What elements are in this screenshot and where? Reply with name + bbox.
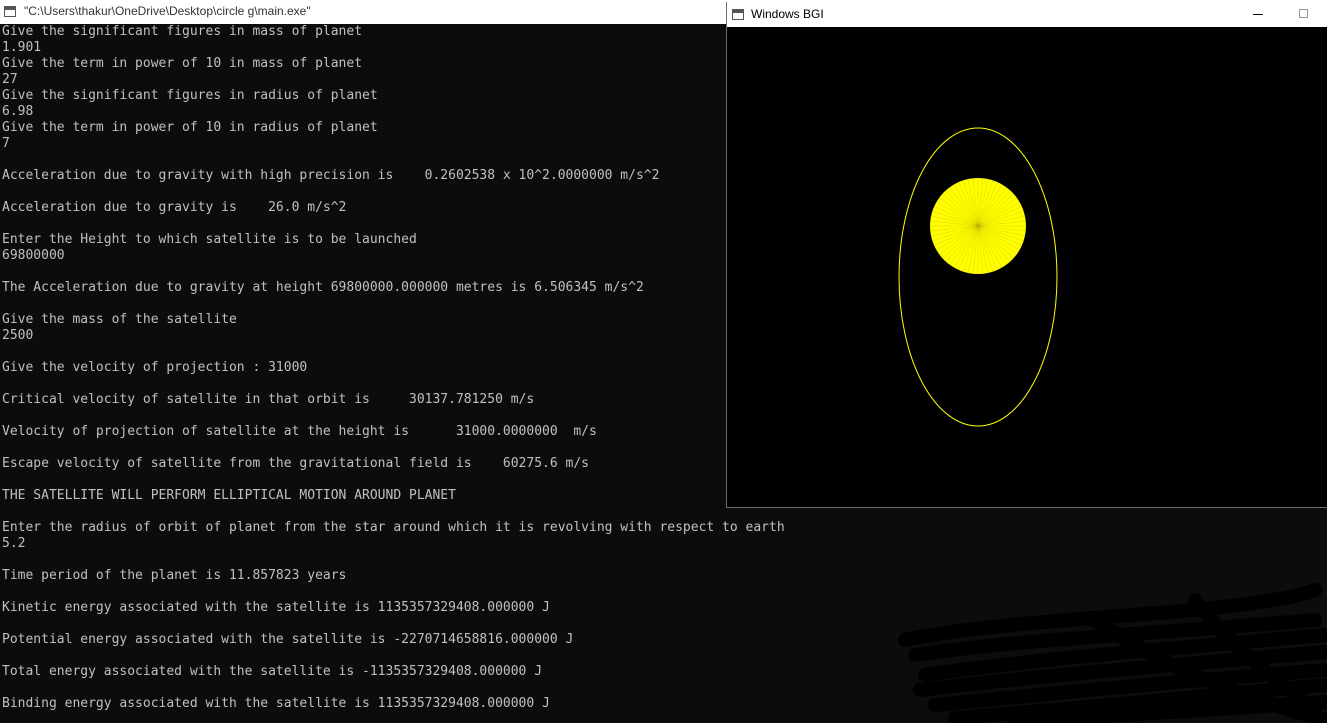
planet: [930, 178, 1026, 274]
console-line: Time period of the planet is 11.857823 y…: [2, 568, 347, 583]
console-line: Binding energy associated with the satel…: [2, 696, 550, 711]
window-icon: [732, 9, 744, 20]
console-line: Enter the radius of orbit of planet from…: [2, 520, 785, 535]
bgi-window[interactable]: Windows BGI: [726, 2, 1327, 508]
bgi-canvas: [898, 127, 1058, 427]
maximize-icon[interactable]: [1281, 2, 1327, 27]
console-line: Total energy associated with the satelli…: [2, 664, 543, 679]
bgi-titlebar[interactable]: Windows BGI: [727, 2, 1327, 27]
console-line: Potential energy associated with the sat…: [2, 632, 574, 647]
minimize-icon[interactable]: [1235, 2, 1281, 27]
orbit-ellipse: [898, 127, 1058, 427]
console-line: 5.2: [2, 536, 26, 551]
console-line: Kinetic energy associated with the satel…: [2, 600, 550, 615]
console-window-icon: [4, 6, 16, 17]
console-title: "C:\Users\thakur\OneDrive\Desktop\circle…: [24, 4, 311, 18]
bgi-title: Windows BGI: [751, 7, 824, 21]
